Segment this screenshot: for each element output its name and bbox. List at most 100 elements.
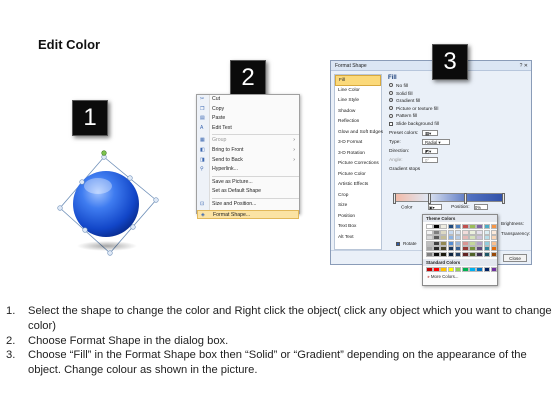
color-swatch[interactable] — [433, 266, 440, 272]
color-swatch[interactable] — [461, 224, 469, 229]
color-swatch[interactable] — [461, 246, 469, 252]
color-swatch[interactable] — [454, 251, 462, 257]
dialog-nav-item[interactable]: Picture Color — [335, 170, 381, 181]
color-swatch[interactable] — [454, 240, 462, 246]
menu-item[interactable]: ⚲ Hyperlink... — [197, 165, 299, 175]
color-swatch[interactable] — [433, 224, 440, 229]
color-swatch[interactable] — [440, 251, 447, 257]
color-swatch[interactable] — [461, 266, 469, 272]
color-swatch[interactable] — [469, 266, 476, 272]
dialog-nav-item[interactable]: Text Box — [335, 222, 381, 233]
slide-background-checkbox[interactable] — [389, 121, 393, 126]
color-swatch[interactable] — [433, 235, 440, 241]
color-swatch[interactable] — [469, 235, 476, 241]
color-swatch[interactable] — [440, 229, 447, 235]
color-swatch[interactable] — [469, 251, 476, 257]
color-swatch[interactable] — [469, 240, 476, 246]
color-swatch[interactable] — [454, 235, 462, 241]
dialog-nav-item[interactable]: Crop — [335, 191, 381, 202]
menu-item[interactable]: Set as Default Shape — [197, 187, 299, 197]
fill-option[interactable]: Solid fill — [386, 90, 529, 99]
gradient-stop-handle[interactable] — [428, 193, 431, 204]
color-swatch[interactable] — [426, 235, 433, 241]
slide-background-fill-option[interactable]: Slide background fill — [386, 121, 529, 129]
color-swatch[interactable] — [447, 251, 455, 257]
menu-item[interactable]: ▦ Group › — [197, 136, 299, 146]
color-swatch[interactable] — [461, 240, 469, 246]
dialog-nav-item[interactable]: 3-D Format — [335, 138, 381, 149]
fill-option-radio[interactable] — [389, 106, 393, 111]
direction-dropdown[interactable]: ◩▾ — [422, 148, 438, 155]
dialog-nav-item[interactable]: Size — [335, 201, 381, 212]
color-swatch[interactable] — [426, 240, 433, 246]
menu-item[interactable]: A Edit Text — [197, 124, 299, 134]
color-swatch[interactable] — [440, 266, 447, 272]
color-swatch[interactable] — [461, 251, 469, 257]
dialog-nav-item[interactable]: 3-D Rotation — [335, 149, 381, 160]
fill-option[interactable]: No fill — [386, 83, 529, 91]
color-swatch[interactable] — [490, 224, 498, 229]
color-swatch[interactable] — [447, 240, 455, 246]
dialog-nav-item[interactable]: Line Color — [335, 86, 381, 97]
color-swatch[interactable] — [426, 246, 433, 252]
close-button[interactable]: Close — [503, 254, 527, 262]
color-swatch[interactable] — [476, 240, 483, 246]
fill-option-radio[interactable] — [389, 83, 393, 88]
dialog-nav-item[interactable]: Glow and Soft Edges — [335, 128, 383, 139]
color-swatch[interactable] — [440, 235, 447, 241]
color-swatch[interactable] — [483, 229, 491, 235]
color-swatch[interactable] — [461, 229, 469, 235]
dialog-nav-item[interactable]: Picture Corrections — [335, 159, 381, 170]
color-swatch[interactable] — [447, 224, 455, 229]
color-swatch[interactable] — [454, 229, 462, 235]
color-swatch[interactable] — [490, 229, 498, 235]
menu-item[interactable]: ▤ Paste — [197, 114, 299, 124]
color-swatch[interactable] — [483, 235, 491, 241]
fill-option-radio[interactable] — [389, 90, 393, 95]
color-swatch[interactable] — [476, 229, 483, 235]
gradient-stops-bar[interactable] — [393, 193, 505, 204]
color-swatch[interactable] — [447, 235, 455, 241]
menu-item[interactable]: ✂ Cut — [197, 95, 299, 105]
color-swatch[interactable] — [447, 246, 455, 252]
dialog-nav-item[interactable]: Fill — [335, 75, 381, 86]
selected-shape-area[interactable] — [48, 150, 166, 260]
gradient-stop-handle[interactable] — [464, 193, 467, 204]
color-swatch[interactable] — [483, 266, 491, 272]
color-swatch[interactable] — [426, 229, 433, 235]
menu-item[interactable]: ◧ Bring to Front › — [197, 146, 299, 156]
color-picker-button[interactable]: ▣▾ — [427, 204, 442, 210]
menu-item[interactable]: Save as Picture... — [197, 178, 299, 188]
color-swatch[interactable] — [440, 240, 447, 246]
color-swatch[interactable] — [440, 246, 447, 252]
color-swatch[interactable] — [447, 266, 455, 272]
menu-item[interactable]: ◈ Format Shape... — [197, 209, 299, 220]
menu-item[interactable]: ◨ Send to Back › — [197, 156, 299, 166]
color-swatch[interactable] — [426, 224, 433, 229]
dialog-nav-item[interactable]: Artistic Effects — [335, 180, 381, 191]
color-swatch[interactable] — [426, 251, 433, 257]
color-swatch[interactable] — [490, 266, 498, 272]
rotate-checkbox[interactable] — [396, 241, 400, 246]
dialog-nav-item[interactable]: Shadow — [335, 107, 381, 118]
color-swatch[interactable] — [490, 246, 498, 252]
color-swatch[interactable] — [440, 224, 447, 229]
color-swatch[interactable] — [483, 224, 491, 229]
color-swatch[interactable] — [447, 229, 455, 235]
color-swatch[interactable] — [426, 266, 433, 272]
color-swatch[interactable] — [483, 246, 491, 252]
color-swatch[interactable] — [483, 251, 491, 257]
fill-option-radio[interactable] — [389, 113, 393, 118]
rotate-option[interactable]: Rotate — [396, 241, 417, 246]
color-swatch[interactable] — [476, 235, 483, 241]
gradient-stop-handle[interactable] — [502, 193, 505, 204]
type-dropdown[interactable]: Radial ▾ — [422, 139, 450, 146]
color-swatch[interactable] — [433, 246, 440, 252]
color-swatch[interactable] — [469, 229, 476, 235]
dialog-nav-item[interactable]: Alt Text — [335, 233, 381, 244]
color-swatch[interactable] — [476, 266, 483, 272]
fill-option-radio[interactable] — [389, 98, 393, 103]
gradient-stop-handle[interactable] — [393, 193, 396, 204]
fill-option[interactable]: Pattern fill — [386, 113, 529, 121]
color-swatch[interactable] — [476, 246, 483, 252]
